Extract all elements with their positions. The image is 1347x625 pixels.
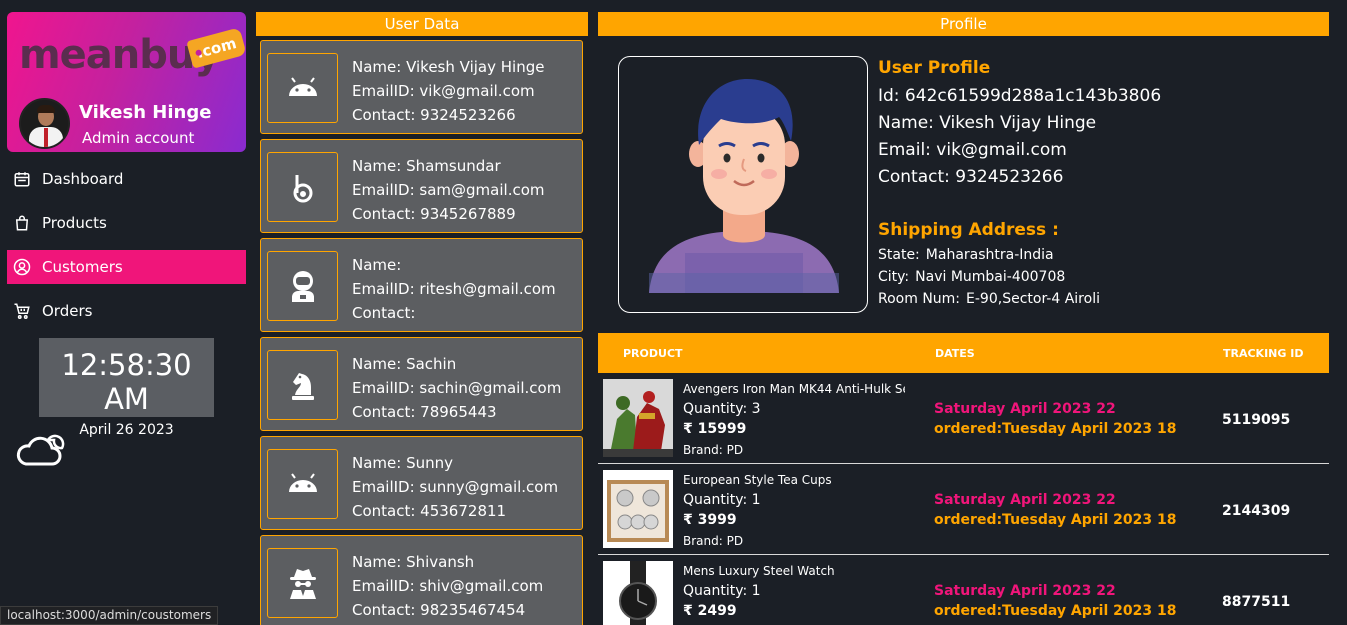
user-card[interactable]: Name: EmailID: ritesh@gmail.com Contact:	[260, 238, 583, 332]
user-name: Name: Shamsundar	[352, 157, 501, 175]
delivery-date: Saturday April 2023 22	[934, 401, 1116, 417]
product-price: ₹ 2499	[683, 603, 737, 619]
user-name: Name: Shivansh	[352, 553, 475, 571]
ordered-date: ordered:Tuesday April 2023 18	[934, 512, 1177, 528]
calendar-icon	[11, 168, 33, 190]
profile-email: Email: vik@gmail.com	[878, 140, 1067, 160]
user-email: EmailID: vik@gmail.com	[352, 82, 535, 100]
profile-title: User Profile	[878, 58, 991, 78]
product-quantity: Quantity: 1	[683, 492, 761, 508]
user-contact: Contact: 98235467454	[352, 601, 526, 619]
astronaut-icon	[267, 251, 338, 321]
product-brand: Brand: PD	[683, 534, 744, 548]
user-contact: Contact: 9345267889	[352, 205, 516, 223]
profile-contact: Contact: 9324523266	[878, 167, 1064, 187]
user-contact: Contact: 9324523266	[352, 106, 516, 124]
profile-avatar	[618, 56, 868, 313]
brand-card: meanbuy .com Vikesh Hinge Admin account	[7, 12, 247, 152]
sidebar-nav: Dashboard Products Customers Orders	[7, 162, 246, 338]
cloud-moon-icon	[16, 434, 65, 466]
ordered-date: ordered:Tuesday April 2023 18	[934, 603, 1177, 619]
tracking-id: 5119095	[1222, 412, 1291, 428]
user-email: EmailID: ritesh@gmail.com	[352, 280, 556, 298]
user-role: Admin account	[82, 129, 195, 147]
tracking-id: 2144309	[1222, 503, 1291, 519]
product-image	[603, 379, 673, 457]
product-brand: Brand: PD	[683, 443, 744, 457]
android-icon	[267, 53, 338, 123]
user-card[interactable]: Name: Vikesh Vijay Hinge EmailID: vik@gm…	[260, 40, 583, 134]
clock-time: 12:58:30 AM	[61, 348, 192, 416]
avatar[interactable]	[19, 98, 70, 149]
user-data-header: User Data	[256, 12, 588, 36]
user-card[interactable]: Name: Shamsundar EmailID: sam@gmail.com …	[260, 139, 583, 233]
column-product: PRODUCT	[623, 347, 683, 360]
column-tracking: TRACKING ID	[1223, 347, 1304, 360]
user-card[interactable]: Name: Sunny EmailID: sunny@gmail.com Con…	[260, 436, 583, 530]
user-list: Name: Vikesh Vijay Hinge EmailID: vik@gm…	[260, 40, 583, 625]
cart-icon	[11, 300, 33, 322]
shipping-address: Shipping Address : State: Maharashtra-Ind…	[878, 220, 1100, 310]
table-row[interactable]: Mens Luxury Steel Watch Quantity: 1 ₹ 24…	[598, 556, 1329, 625]
product-image	[603, 470, 673, 548]
product-price: ₹ 3999	[683, 512, 737, 528]
bitbucket-like-icon	[267, 152, 338, 222]
shipping-state: State: Maharashtra-India	[878, 247, 1054, 263]
tracking-id: 8877511	[1222, 594, 1291, 610]
shipping-city: City: Navi Mumbai-400708	[878, 269, 1066, 285]
user-email: EmailID: shiv@gmail.com	[352, 577, 544, 595]
status-bar-url: localhost:3000/admin/coustomers	[0, 606, 219, 625]
table-row[interactable]: European Style Tea Cups Quantity: 1 ₹ 39…	[598, 465, 1329, 555]
shipping-title: Shipping Address :	[878, 220, 1059, 240]
chess-knight-icon	[267, 350, 338, 420]
ordered-date: ordered:Tuesday April 2023 18	[934, 421, 1177, 437]
profile-name: Name: Vikesh Vijay Hinge	[878, 113, 1097, 133]
table-row[interactable]: Avengers Iron Man MK44 Anti-Hulk Set Qua…	[598, 374, 1329, 464]
user-card[interactable]: Name: Sachin EmailID: sachin@gmail.com C…	[260, 337, 583, 431]
delivery-date: Saturday April 2023 22	[934, 492, 1116, 508]
user-contact: Contact:	[352, 304, 416, 322]
user-card[interactable]: Name: Shivansh EmailID: shiv@gmail.com C…	[260, 535, 583, 625]
product-quantity: Quantity: 1	[683, 583, 761, 599]
shipping-room: Room Num: E-90,Sector-4 Airoli	[878, 291, 1100, 307]
sidebar-item-dashboard[interactable]: Dashboard	[7, 162, 246, 196]
sidebar-item-label: Customers	[42, 258, 123, 276]
sidebar-item-customers[interactable]: Customers	[7, 250, 246, 284]
user-circle-icon	[11, 256, 33, 278]
product-name: Mens Luxury Steel Watch	[683, 564, 835, 578]
sidebar-item-label: Orders	[42, 302, 93, 320]
user-name: Name: Vikesh Vijay Hinge	[352, 58, 545, 76]
user-name: Name: Sachin	[352, 355, 457, 373]
profile-header: Profile	[598, 12, 1329, 36]
avatar-illustration	[649, 79, 839, 293]
digital-clock: 12:58:30 AM April 26 2023	[39, 338, 214, 438]
sidebar-item-label: Products	[42, 214, 107, 232]
user-name: Name:	[352, 256, 402, 274]
orders-table-header: PRODUCT DATES TRACKING ID	[598, 333, 1329, 373]
sidebar-item-products[interactable]: Products	[7, 206, 246, 240]
user-secret-icon	[267, 548, 338, 618]
column-dates: DATES	[935, 347, 975, 360]
product-image	[603, 561, 673, 625]
product-price: ₹ 15999	[683, 421, 747, 437]
android-icon	[267, 449, 338, 519]
sidebar-item-label: Dashboard	[42, 170, 124, 188]
product-name: Avengers Iron Man MK44 Anti-Hulk Set	[683, 382, 905, 396]
user-contact: Contact: 453672811	[352, 502, 507, 520]
product-name: European Style Tea Cups	[683, 473, 832, 487]
user-name: Vikesh Hinge	[79, 102, 212, 123]
user-name: Name: Sunny	[352, 454, 453, 472]
sidebar: meanbuy .com Vikesh Hinge Admin account …	[0, 0, 256, 625]
user-email: EmailID: sunny@gmail.com	[352, 478, 559, 496]
profile-info: User Profile Id: 642c61599d288a1c143b380…	[878, 58, 1161, 191]
sidebar-item-orders[interactable]: Orders	[7, 294, 246, 328]
profile-id: Id: 642c61599d288a1c143b3806	[878, 86, 1162, 106]
shopping-bag-icon	[11, 212, 33, 234]
user-email: EmailID: sachin@gmail.com	[352, 379, 562, 397]
user-contact: Contact: 78965443	[352, 403, 497, 421]
product-quantity: Quantity: 3	[683, 401, 761, 417]
delivery-date: Saturday April 2023 22	[934, 583, 1116, 599]
user-email: EmailID: sam@gmail.com	[352, 181, 545, 199]
